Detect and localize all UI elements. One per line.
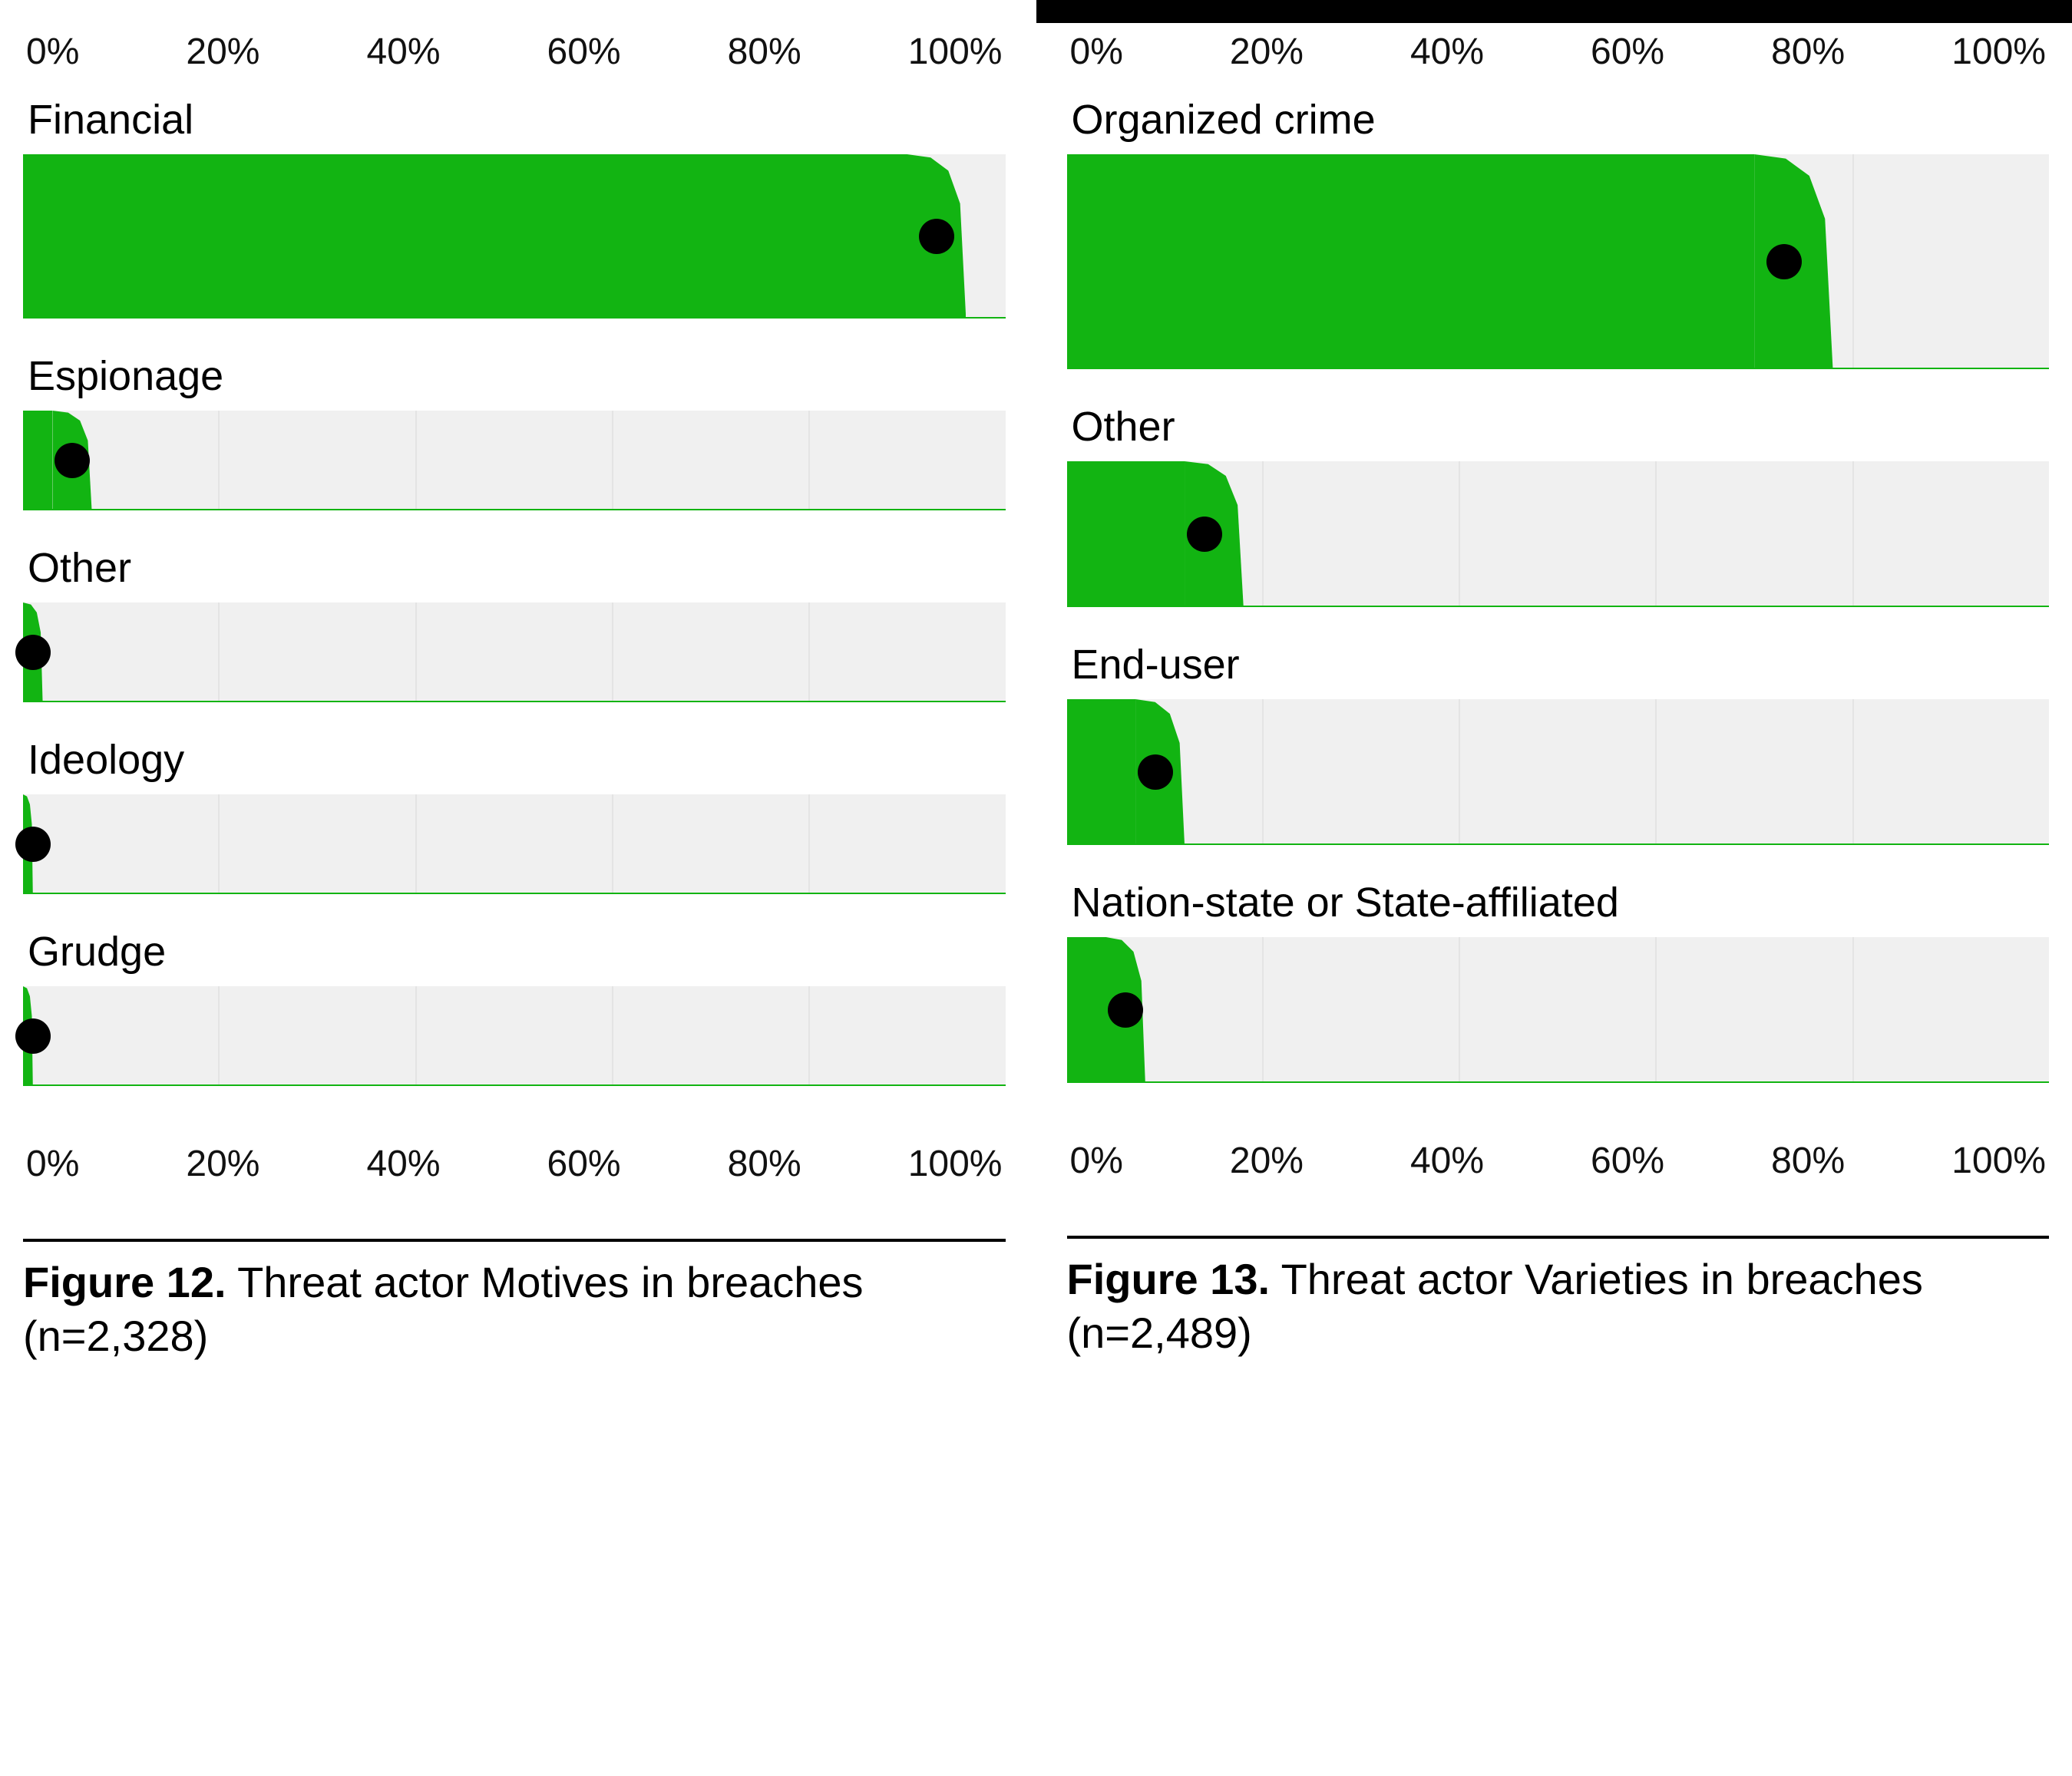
fig12-chart: 0% 20% 40% 60% 80% 100% Financial Espionage Othe…: [23, 31, 1006, 1363]
x-tick: 60%: [547, 1143, 621, 1185]
point-estimate-dot: [55, 443, 90, 478]
x-tick: 40%: [1410, 31, 1484, 73]
gridlines: [1067, 937, 2050, 1083]
category-label: Other: [23, 544, 1006, 592]
category-label: Organized crime: [1067, 96, 2050, 144]
bar-baseline: [23, 701, 1006, 702]
bar-frame: [23, 794, 1006, 894]
bar-baseline: [23, 509, 1006, 510]
bar-baseline: [1067, 1081, 2050, 1083]
category-organized-crime: Organized crime: [1067, 96, 2050, 369]
x-axis-bottom: 0% 20% 40% 60% 80% 100%: [1067, 1117, 2050, 1182]
gridlines: [23, 411, 1006, 510]
x-axis-top: 0% 20% 40% 60% 80% 100%: [23, 31, 1006, 96]
category-label: Financial: [23, 96, 1006, 144]
x-tick: 100%: [908, 1143, 1003, 1185]
x-tick: 80%: [1771, 1140, 1845, 1182]
figure-caption: Figure 13. Threat actor Varieties in bre…: [1067, 1253, 2050, 1360]
point-estimate-dot: [15, 827, 51, 862]
x-tick: 60%: [1591, 1140, 1664, 1182]
bar-baseline: [1067, 606, 2050, 607]
point-estimate-dot: [1187, 517, 1222, 552]
x-tick: 40%: [1410, 1140, 1484, 1182]
x-tick: 100%: [1951, 1140, 2046, 1182]
bar-frame: [23, 986, 1006, 1086]
x-tick: 0%: [1070, 31, 1123, 73]
figure-caption: Figure 12. Threat actor Motives in breac…: [23, 1256, 1006, 1363]
bar-frame: [23, 411, 1006, 510]
x-tick: 0%: [1070, 1140, 1123, 1182]
category-end-user: End-user: [1067, 641, 2050, 845]
figure-label: Figure 13.: [1067, 1255, 1271, 1303]
category-nation-state-or-state-affiliated: Nation-state or State-affiliated: [1067, 879, 2050, 1083]
category-label: Other: [1067, 403, 2050, 451]
x-axis-bottom: 0% 20% 40% 60% 80% 100%: [23, 1120, 1006, 1185]
point-estimate-dot: [1108, 992, 1143, 1028]
bar-frame: [1067, 154, 2050, 369]
x-tick: 20%: [186, 31, 259, 73]
x-tick: 0%: [26, 31, 79, 73]
caption-rule: [23, 1239, 1006, 1242]
point-estimate-dot: [15, 1018, 51, 1054]
gridlines: [1067, 699, 2050, 845]
bar-baseline: [23, 317, 1006, 319]
gridlines: [23, 602, 1006, 702]
x-tick: 100%: [1951, 31, 2046, 73]
bar-baseline: [1067, 368, 2050, 369]
category-other: Other: [1067, 403, 2050, 607]
bar-frame: [1067, 937, 2050, 1083]
gridlines: [23, 986, 1006, 1086]
x-tick: 60%: [547, 31, 621, 73]
bar-frame: [1067, 699, 2050, 845]
category-other: Other: [23, 544, 1006, 702]
category-label: Nation-state or State-affiliated: [1067, 879, 2050, 926]
x-tick: 20%: [186, 1143, 259, 1185]
bar-baseline: [23, 893, 1006, 894]
x-tick: 60%: [1591, 31, 1664, 73]
x-tick: 20%: [1230, 31, 1304, 73]
x-tick: 0%: [26, 1143, 79, 1185]
x-tick: 40%: [366, 1143, 440, 1185]
caption-rule: [1067, 1236, 2050, 1239]
x-tick: 100%: [908, 31, 1003, 73]
category-ideology: Ideology: [23, 736, 1006, 894]
bar-fill: [23, 154, 907, 319]
x-tick: 80%: [728, 31, 801, 73]
category-grudge: Grudge: [23, 928, 1006, 1086]
x-tick: 80%: [1771, 31, 1845, 73]
bar-fill: [23, 411, 52, 510]
bar-fill: [1067, 937, 1106, 1083]
x-tick: 80%: [728, 1143, 801, 1185]
category-financial: Financial: [23, 96, 1006, 319]
point-estimate-dot: [1766, 244, 1802, 279]
bar-fill: [1067, 699, 1136, 845]
bar-frame: [1067, 461, 2050, 607]
figure-label: Figure 12.: [23, 1258, 226, 1306]
x-tick: 40%: [366, 31, 440, 73]
category-label: Ideology: [23, 736, 1006, 784]
x-axis-top: 0% 20% 40% 60% 80% 100%: [1067, 31, 2050, 96]
bar-fill: [1067, 154, 1755, 369]
bar-fill: [1067, 461, 1185, 607]
category-label: End-user: [1067, 641, 2050, 688]
x-tick: 20%: [1230, 1140, 1304, 1182]
point-estimate-dot: [919, 219, 954, 254]
point-estimate-dot: [1138, 754, 1173, 790]
point-estimate-dot: [15, 635, 51, 670]
bar-baseline: [23, 1084, 1006, 1086]
bar-baseline: [1067, 843, 2050, 845]
bar-frame: [23, 602, 1006, 702]
gridlines: [23, 794, 1006, 894]
category-espionage: Espionage: [23, 352, 1006, 510]
fig13-chart: 0% 20% 40% 60% 80% 100% Organized crime Other En…: [1067, 31, 2050, 1360]
bar-frame: [23, 154, 1006, 319]
category-label: Grudge: [23, 928, 1006, 975]
category-label: Espionage: [23, 352, 1006, 400]
